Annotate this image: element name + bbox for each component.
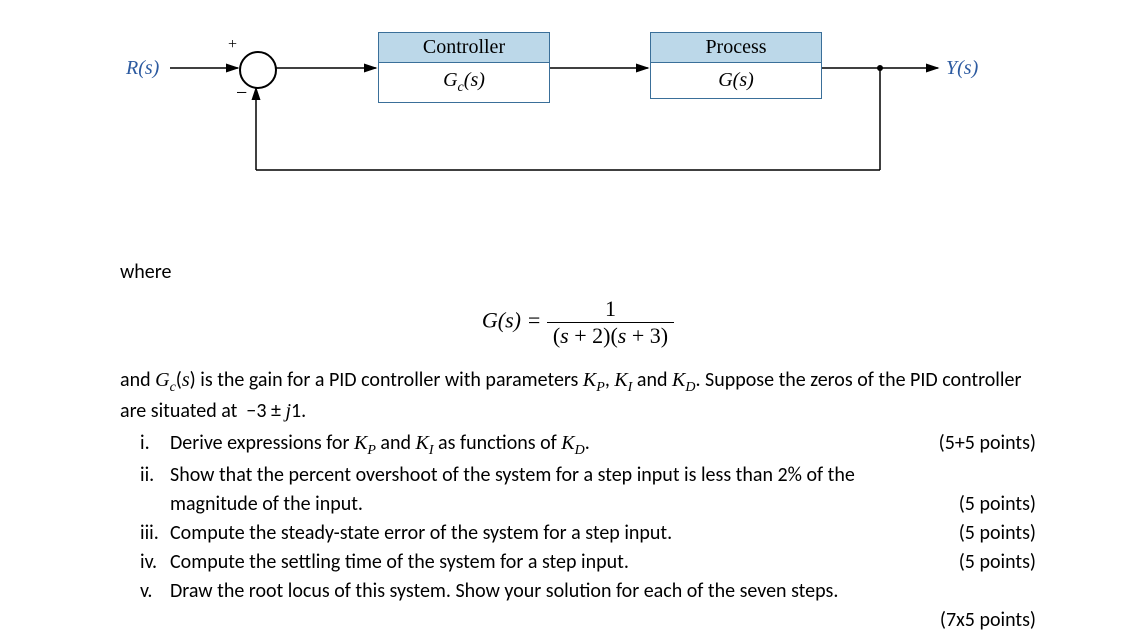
item-text: Compute the settling time of the system … [170,548,943,577]
item-marker: iii. [120,519,170,548]
paragraph: and Gc(s) is the gain for a PID controll… [120,367,1036,425]
item-points: (5 points) [943,490,1036,519]
controller-header: Controller [379,33,549,63]
controller-block: Controller Gc(s) [378,32,550,103]
list-item: iii. Compute the steady-state error of t… [120,519,1036,548]
plus-sign: + [228,36,237,54]
item-points: (5 points) [943,519,1036,548]
minus-sign: − [236,82,247,105]
process-header: Process [651,33,821,63]
list-item: iv. Compute the settling time of the sys… [120,548,1036,577]
item-marker: i. [120,429,170,461]
controller-body: Gc(s) [379,63,549,102]
page: R(s) Y(s) + − Controller Gc(s) Process G… [0,0,1136,640]
input-label: R(s) [126,57,159,80]
item-text: Compute the steady-state error of the sy… [170,519,943,548]
item-text: Derive expressions for KP and KI as func… [170,429,923,461]
trailing-points: (7x5 points) [120,608,1036,632]
item-marker: iv. [120,548,170,577]
eq-den: (s + 2)(s + 3) [547,323,674,349]
item-points [1020,577,1036,606]
list-item: v. Draw the root locus of this system. S… [120,577,1036,606]
item-marker: v. [120,577,170,606]
list-item: ii. Show that the percent overshoot of t… [120,461,1036,519]
item-text: Show that the percent overshoot of the s… [170,461,943,519]
list-item: i. Derive expressions for KP and KI as f… [120,429,1036,461]
item-marker: ii. [120,461,170,519]
question-list: i. Derive expressions for KP and KI as f… [120,429,1036,606]
block-diagram: R(s) Y(s) + − Controller Gc(s) Process G… [120,20,1020,190]
output-label: Y(s) [946,57,978,80]
diagram-lines [120,20,1020,200]
process-body: G(s) [651,63,821,98]
item-text: Draw the root locus of this system. Show… [170,577,1020,606]
eq-num: 1 [547,296,674,323]
where-label: where [120,260,1036,284]
process-block: Process G(s) [650,32,822,99]
item-points: (5+5 points) [923,429,1036,461]
plant-equation: G(s) = 1 (s + 2)(s + 3) [120,296,1036,349]
item-points: (5 points) [943,548,1036,577]
